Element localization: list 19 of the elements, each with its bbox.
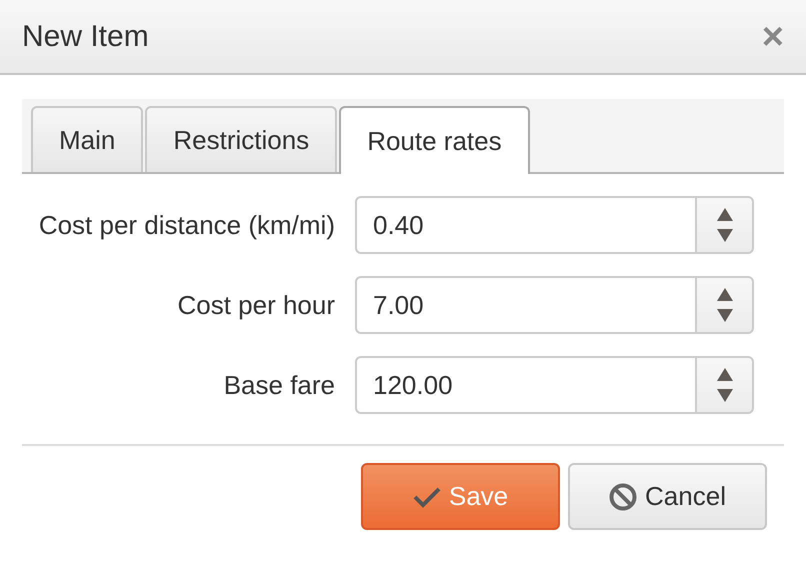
up-arrow-icon[interactable] xyxy=(716,368,732,381)
field-label: Base fare xyxy=(222,368,336,402)
down-arrow-icon[interactable] xyxy=(716,389,732,402)
prohibited-icon xyxy=(609,482,638,510)
tab[interactable]: Restrictions xyxy=(145,106,338,172)
dialog-title: New Item xyxy=(22,19,149,55)
down-arrow-icon[interactable] xyxy=(716,309,732,322)
up-arrow-icon[interactable] xyxy=(716,288,732,301)
down-arrow-icon[interactable] xyxy=(716,229,732,242)
field-label: Cost per distance (km/mi) xyxy=(38,208,336,242)
cancel-button[interactable]: Cancel xyxy=(568,463,767,530)
field-label: Cost per hour xyxy=(176,288,336,322)
tab[interactable]: Route rates xyxy=(339,106,530,174)
checkmark-icon xyxy=(412,486,441,508)
number-field[interactable]: 7.00 xyxy=(355,276,695,334)
number-field[interactable]: 120.00 xyxy=(355,356,695,414)
number-field[interactable]: 0.40 xyxy=(355,196,695,254)
tab[interactable]: Main xyxy=(31,106,144,172)
up-arrow-icon[interactable] xyxy=(716,208,732,221)
